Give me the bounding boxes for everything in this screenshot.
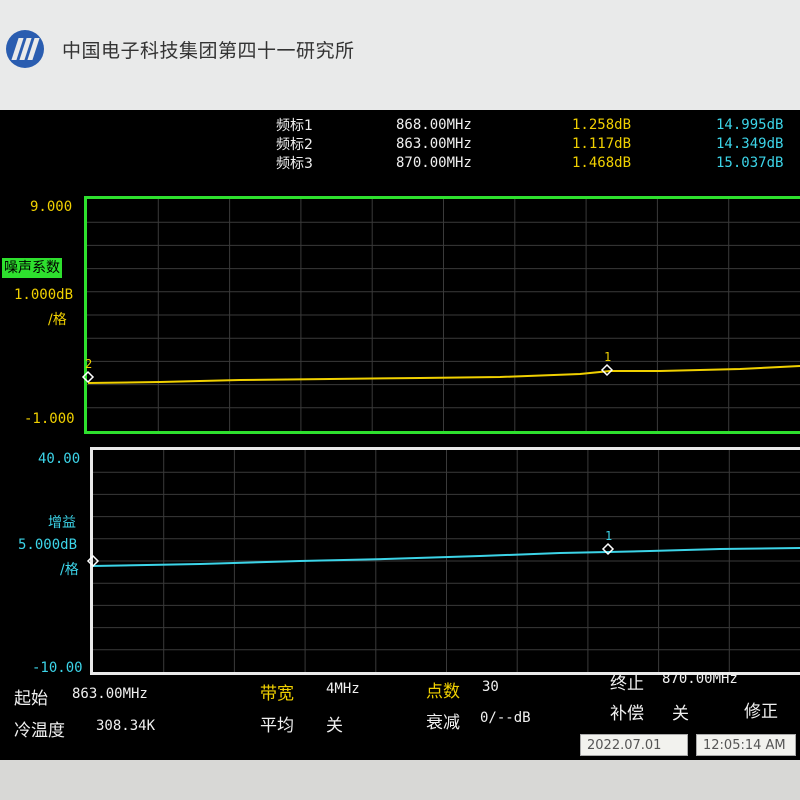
bandwidth-value: 4MHz <box>326 681 360 697</box>
status-time: 12:05:14 AM <box>696 734 796 756</box>
bandwidth-label[interactable]: 带宽 <box>260 679 294 704</box>
compensation-value: 关 <box>672 704 689 724</box>
start-label[interactable]: 起始 <box>14 684 48 709</box>
average-value: 关 <box>326 716 343 736</box>
cold-temp-value: 308.34K <box>96 718 156 734</box>
points-value: 30 <box>482 679 499 695</box>
nf-marker-1-label: 1 <box>604 350 611 364</box>
diamond-marker-icon[interactable] <box>81 370 95 384</box>
stop-label[interactable]: 终止 <box>610 669 644 694</box>
correction-label[interactable]: 修正 <box>744 697 778 722</box>
average-label[interactable]: 平均 <box>260 711 294 736</box>
points-label[interactable]: 点数 <box>426 677 460 702</box>
start-value: 863.00MHz <box>72 686 148 702</box>
cold-temp-label[interactable]: 冷温度 <box>14 716 65 741</box>
attenuation-label[interactable]: 衰减 <box>426 708 460 733</box>
gain-grid <box>93 450 800 672</box>
gain-marker-1-label: 1 <box>605 529 612 543</box>
bottom-bezel <box>0 760 800 800</box>
stop-value: 870.00MHz <box>662 671 738 687</box>
nf-grid <box>87 199 800 431</box>
nf-marker-2-label: 2 <box>85 357 92 371</box>
status-date: 2022.07.01 <box>580 734 688 756</box>
compensation-label[interactable]: 补偿 <box>610 699 644 724</box>
attenuation-value: 0/--dB <box>480 710 531 726</box>
